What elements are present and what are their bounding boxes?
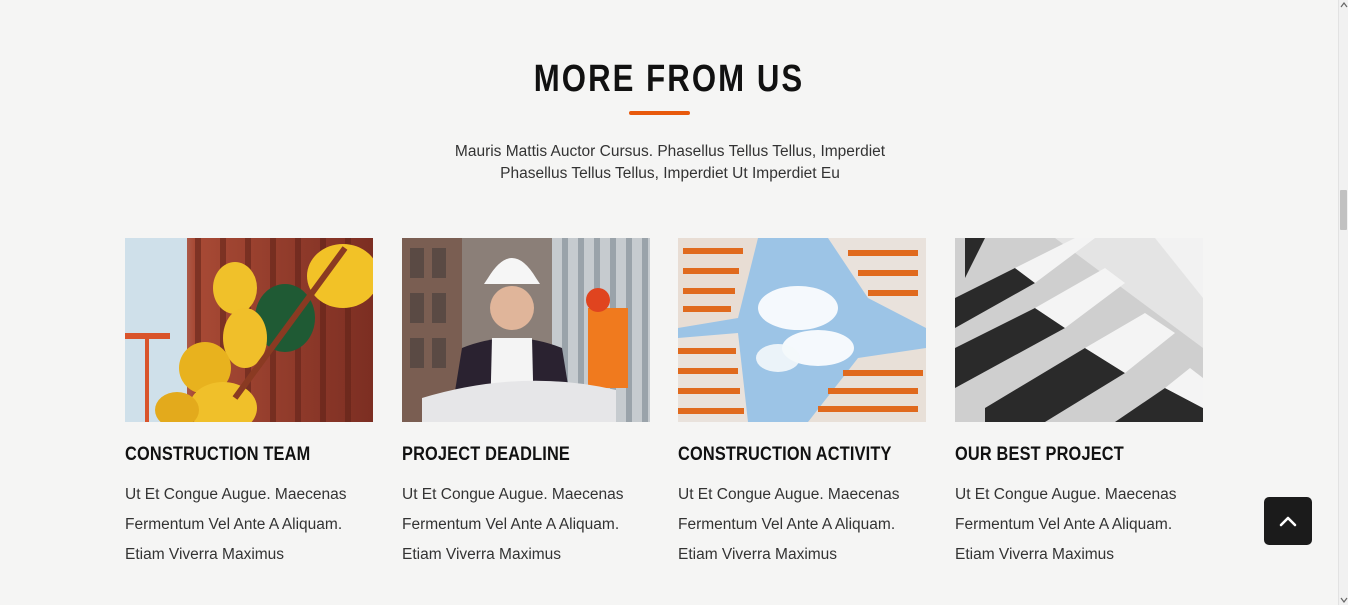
card-text-line: Ut Et Congue Augue. Maecenas [125,486,347,503]
card-description: Ut Et Congue Augue. Maecenas Fermentum V… [125,480,385,570]
card-text-line: Etiam Viverra Maximus [125,546,285,563]
card-text-line: Fermentum Vel Ante A Aliquam. [678,516,896,533]
page-scrollbar[interactable] [1338,0,1348,605]
section-intro: Mauris Mattis Auctor Cursus. Phasellus T… [400,141,940,185]
more-from-us-section: MORE FROM US Mauris Mattis Auctor Cursus… [0,0,1348,605]
intro-line-1: Mauris Mattis Auctor Cursus. Phasellus T… [454,143,886,160]
card-our-best-project: OUR BEST PROJECT Ut Et Congue Augue. Mae… [955,238,1215,570]
card-text-line: Etiam Viverra Maximus [955,546,1115,563]
card-text-line: Fermentum Vel Ante A Aliquam. [402,516,620,533]
title-underline [629,111,690,115]
card-description: Ut Et Congue Augue. Maecenas Fermentum V… [678,480,938,570]
modern-building-image[interactable] [955,238,1203,422]
card-text-line: Fermentum Vel Ante A Aliquam. [955,516,1173,533]
card-title[interactable]: CONSTRUCTION TEAM [125,444,349,466]
card-description: Ut Et Congue Augue. Maecenas Fermentum V… [402,480,662,570]
scrollbar-thumb[interactable] [1340,190,1347,230]
card-project-deadline: PROJECT DEADLINE Ut Et Congue Augue. Mae… [402,238,662,570]
card-description: Ut Et Congue Augue. Maecenas Fermentum V… [955,480,1215,570]
card-construction-activity: CONSTRUCTION ACTIVITY Ut Et Congue Augue… [678,238,938,570]
card-construction-team: CONSTRUCTION TEAM Ut Et Congue Augue. Ma… [125,238,385,570]
section-title: MORE FROM US [533,58,805,100]
scroll-down-arrow-icon[interactable] [1339,595,1348,605]
card-title[interactable]: CONSTRUCTION ACTIVITY [678,444,902,466]
buildings-sky-image[interactable] [678,238,926,422]
construction-helmets-image[interactable] [125,238,373,422]
chevron-up-icon [1279,516,1297,527]
scroll-up-arrow-icon[interactable] [1339,0,1348,10]
intro-line-2: Phasellus Tellus Tellus, Imperdiet Ut Im… [500,165,840,182]
card-text-line: Ut Et Congue Augue. Maecenas [955,486,1177,503]
card-text-line: Fermentum Vel Ante A Aliquam. [125,516,343,533]
card-title[interactable]: OUR BEST PROJECT [955,444,1179,466]
engineer-blueprint-image[interactable] [402,238,650,422]
card-text-line: Ut Et Congue Augue. Maecenas [678,486,900,503]
card-text-line: Etiam Viverra Maximus [678,546,838,563]
back-to-top-button[interactable] [1264,497,1312,545]
card-text-line: Ut Et Congue Augue. Maecenas [402,486,624,503]
card-title[interactable]: PROJECT DEADLINE [402,444,626,466]
card-text-line: Etiam Viverra Maximus [402,546,562,563]
